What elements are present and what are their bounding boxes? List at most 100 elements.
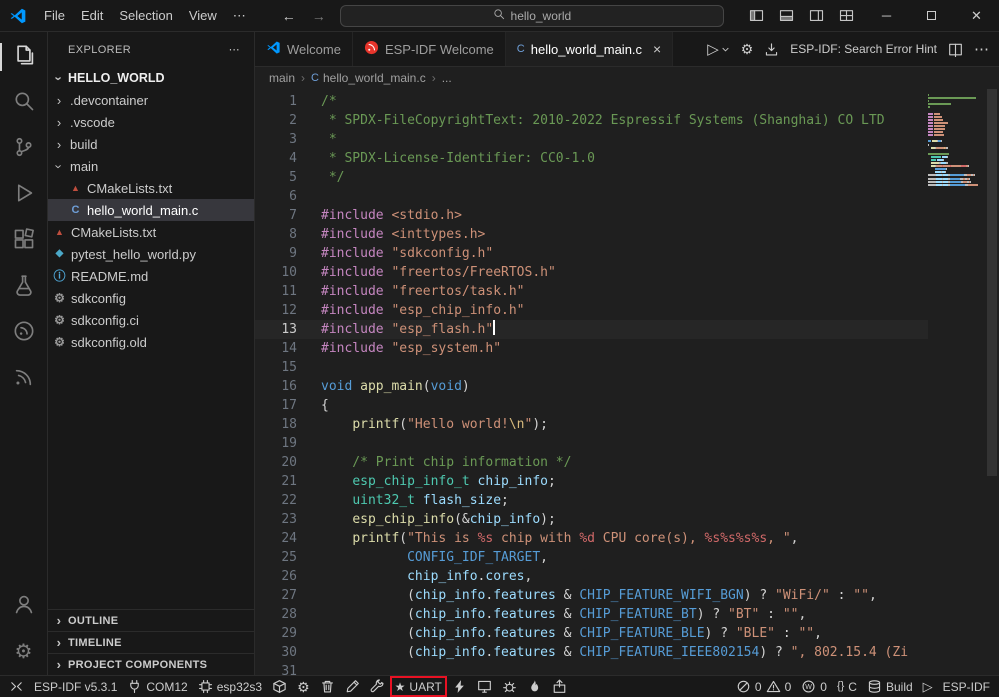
menu-view[interactable]: View	[181, 5, 225, 26]
code-line[interactable]: 4 * SPDX-License-Identifier: CC0-1.0	[255, 149, 928, 168]
breadcrumb-item-main[interactable]: main	[269, 71, 295, 85]
status-flash-storage[interactable]	[267, 676, 292, 697]
code-line[interactable]: 9#include "sdkconfig.h"	[255, 244, 928, 263]
status-build[interactable]: Build	[862, 676, 918, 697]
code-line[interactable]: 16void app_main(void)	[255, 377, 928, 396]
split-editor-button[interactable]	[948, 42, 963, 57]
activity-account[interactable]	[0, 583, 48, 629]
line-number[interactable]: 18	[255, 415, 297, 434]
line-number[interactable]: 9	[255, 244, 297, 263]
line-number[interactable]: 14	[255, 339, 297, 358]
line-number[interactable]: 22	[255, 491, 297, 510]
layout-sidebar-icon[interactable]	[742, 3, 770, 29]
layout-sidebar-right-icon[interactable]	[802, 3, 830, 29]
workspace-root[interactable]: › HELLO_WORLD	[48, 67, 254, 89]
menu-selection[interactable]: Selection	[111, 5, 180, 26]
tree-item-cmakelists-txt[interactable]: ▲CMakeLists.txt	[48, 221, 254, 243]
code-line[interactable]: 20 /* Print chip information */	[255, 453, 928, 472]
command-center-search[interactable]: hello_world	[340, 5, 724, 27]
status-remote[interactable]	[4, 676, 29, 697]
code-line[interactable]: 31	[255, 662, 928, 675]
line-number[interactable]: 7	[255, 206, 297, 225]
menu-file[interactable]: File	[36, 5, 73, 26]
activity-explorer[interactable]	[0, 34, 48, 80]
status-w-badge[interactable]: W0	[796, 676, 832, 697]
line-number[interactable]: 29	[255, 624, 297, 643]
line-number[interactable]: 27	[255, 586, 297, 605]
tree-item-vscode[interactable]: ›.vscode	[48, 111, 254, 133]
line-number[interactable]: 2	[255, 111, 297, 130]
line-number[interactable]: 1	[255, 92, 297, 111]
tree-item-sdkconfig[interactable]: ⚙sdkconfig	[48, 287, 254, 309]
status-erase-flash[interactable]	[340, 676, 365, 697]
line-number[interactable]: 20	[255, 453, 297, 472]
status-flash[interactable]	[447, 676, 472, 697]
line-number[interactable]: 31	[255, 662, 297, 675]
code-line[interactable]: 28 (chip_info.features & CHIP_FEATURE_BT…	[255, 605, 928, 624]
status-build-flash-monitor[interactable]	[522, 676, 547, 697]
tree-item-devcontainer[interactable]: ›.devcontainer	[48, 89, 254, 111]
breadcrumb-item-[interactable]: ...	[442, 71, 452, 85]
close-tab-icon[interactable]: ×	[653, 41, 661, 57]
tree-item-sdkconfig-ci[interactable]: ⚙sdkconfig.ci	[48, 309, 254, 331]
code-line[interactable]: 11#include "freertos/task.h"	[255, 282, 928, 301]
activity-run-debug[interactable]	[0, 172, 48, 218]
section-project-components[interactable]: ›PROJECT COMPONENTS	[48, 653, 254, 675]
tab-welcome[interactable]: Welcome	[255, 32, 353, 66]
vertical-scrollbar[interactable]	[985, 89, 999, 675]
activity-testing[interactable]	[0, 264, 48, 310]
code-line[interactable]: 21 esp_chip_info_t chip_info;	[255, 472, 928, 491]
code-line[interactable]: 15	[255, 358, 928, 377]
status-flash-method[interactable]: ★UART	[390, 676, 447, 697]
activity-espressif[interactable]	[0, 356, 48, 402]
code-line[interactable]: 6	[255, 187, 928, 206]
line-number[interactable]: 10	[255, 263, 297, 282]
line-number[interactable]: 11	[255, 282, 297, 301]
code-line[interactable]: 5 */	[255, 168, 928, 187]
code-line[interactable]: 22 uint32_t flash_size;	[255, 491, 928, 510]
code-line[interactable]: 18 printf("Hello world!\n");	[255, 415, 928, 434]
code-editor[interactable]: 1/*2 * SPDX-FileCopyrightText: 2010-2022…	[255, 92, 928, 675]
code-line[interactable]: 27 (chip_info.features & CHIP_FEATURE_WI…	[255, 586, 928, 605]
line-number[interactable]: 24	[255, 529, 297, 548]
line-number[interactable]: 28	[255, 605, 297, 624]
code-line[interactable]: 29 (chip_info.features & CHIP_FEATURE_BL…	[255, 624, 928, 643]
tree-item-pytest-hello-world-py[interactable]: ◆pytest_hello_world.py	[48, 243, 254, 265]
more-actions-button[interactable]: ⋯	[974, 40, 989, 58]
forward-icon[interactable]: →	[312, 8, 326, 24]
code-line[interactable]: 13#include "esp_flash.h"	[255, 320, 928, 339]
status-open-folder[interactable]	[547, 676, 572, 697]
tree-item-cmakelists-txt[interactable]: ▲CMakeLists.txt	[48, 177, 254, 199]
minimize-button[interactable]: ─	[864, 0, 909, 32]
code-line[interactable]: 7#include <stdio.h>	[255, 206, 928, 225]
activity-search[interactable]	[0, 80, 48, 126]
code-area[interactable]: 1/*2 * SPDX-FileCopyrightText: 2010-2022…	[255, 89, 999, 675]
line-number[interactable]: 16	[255, 377, 297, 396]
code-line[interactable]: 30 (chip_info.features & CHIP_FEATURE_IE…	[255, 643, 928, 662]
sidebar-more-actions-icon[interactable]: ⋯	[229, 43, 240, 56]
code-line[interactable]: 3 *	[255, 130, 928, 149]
tab-esp-idf-welcome[interactable]: ESP-IDF Welcome	[353, 32, 506, 66]
close-button[interactable]: ✕	[954, 0, 999, 32]
maximize-button[interactable]	[909, 0, 954, 32]
scrollbar-thumb[interactable]	[987, 89, 997, 476]
status-problems[interactable]: 00	[731, 676, 796, 697]
run-button[interactable]: ▷	[707, 40, 730, 58]
line-number[interactable]: 6	[255, 187, 297, 206]
line-number[interactable]: 17	[255, 396, 297, 415]
section-outline[interactable]: ›OUTLINE	[48, 609, 254, 631]
idf-download-button[interactable]	[764, 42, 779, 57]
tab-hello-world-main-c[interactable]: Chello_world_main.c×	[506, 32, 673, 66]
layout-panel-icon[interactable]	[772, 3, 800, 29]
line-number[interactable]: 26	[255, 567, 297, 586]
minimap[interactable]	[928, 94, 985, 675]
line-number[interactable]: 19	[255, 434, 297, 453]
line-number[interactable]: 15	[255, 358, 297, 377]
status-run[interactable]: ▷	[918, 676, 938, 697]
status-menuconfig[interactable]: ⚙	[292, 676, 315, 697]
layout-customize-icon[interactable]	[832, 3, 860, 29]
line-number[interactable]: 5	[255, 168, 297, 187]
menu-edit[interactable]: Edit	[73, 5, 111, 26]
section-timeline[interactable]: ›TIMELINE	[48, 631, 254, 653]
status-full-clean[interactable]	[315, 676, 340, 697]
